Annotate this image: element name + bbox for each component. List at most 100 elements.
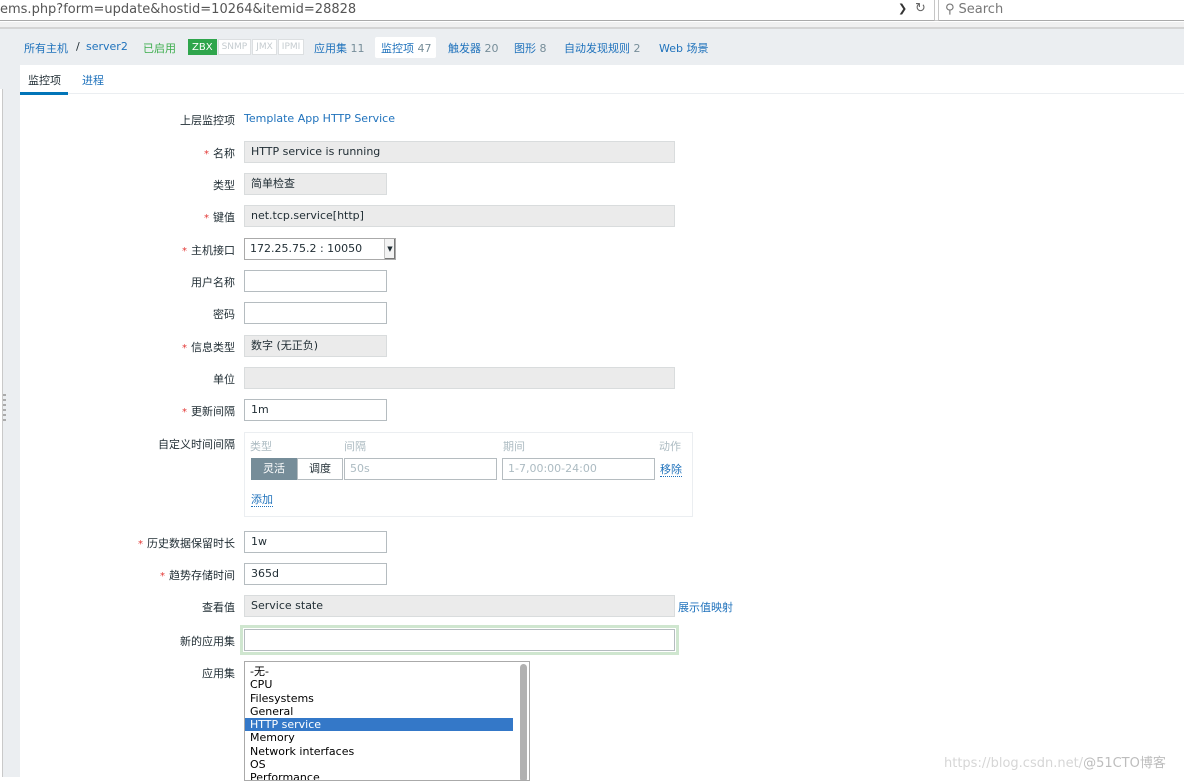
app-option[interactable]: Filesystems xyxy=(245,692,513,705)
label-username: 用户名称 xyxy=(191,276,235,289)
interface-value: 172.25.75.2 : 10050 xyxy=(250,242,363,255)
badge-ipmi: IPMI xyxy=(277,39,305,55)
app-option-selected[interactable]: HTTP service xyxy=(245,718,513,732)
valuemap-field[interactable]: Service state xyxy=(244,595,675,617)
toolbar-divider xyxy=(0,22,1184,29)
add-interval-link[interactable]: 添加 xyxy=(251,493,273,507)
label-key: 键值 xyxy=(204,209,235,225)
tab-count: 11 xyxy=(350,42,365,55)
badge-snmp: SNMP xyxy=(217,39,252,55)
host-status-enabled[interactable]: 已启用 xyxy=(143,40,176,56)
new-application-inner xyxy=(244,629,675,651)
url-dropdown-icon[interactable]: ❯ xyxy=(898,2,907,15)
units-field[interactable] xyxy=(244,367,675,389)
breadcrumb-separator: / xyxy=(76,40,80,53)
key-field[interactable]: net.tcp.service[http] xyxy=(244,205,675,227)
label-interface: 主机接口 xyxy=(182,242,235,258)
applications-listbox[interactable]: -无- CPU Filesystems General HTTP service… xyxy=(244,661,530,781)
left-frame xyxy=(0,29,20,777)
custom-intervals-table: 类型 间隔 期间 动作 灵活 调度 50s 1-7,00:00-24:00 移除… xyxy=(244,432,693,517)
label-units: 单位 xyxy=(213,373,235,386)
breadcrumb-all-hosts[interactable]: 所有主机 xyxy=(24,40,68,56)
label-parent-item: 上层监控项 xyxy=(180,114,235,127)
header-interval: 间隔 xyxy=(344,440,366,453)
watermark: https://blog.csdn.net/@51CTO博客 xyxy=(944,752,1166,771)
label-update-interval: 更新间隔 xyxy=(182,403,235,419)
type-field[interactable]: 简单检查 xyxy=(244,173,387,195)
reload-icon[interactable]: ↻ xyxy=(915,1,926,16)
label-info-type: 信息类型 xyxy=(182,339,235,355)
subtab-preprocessing[interactable]: 进程 xyxy=(82,72,104,88)
badge-zbx: ZBX xyxy=(188,39,217,55)
tab-applications[interactable]: 应用集 11 xyxy=(314,40,365,56)
interval-type-toggle: 灵活 调度 xyxy=(251,458,343,480)
tab-label: 图形 xyxy=(514,42,536,55)
listbox-options: -无- CPU Filesystems General HTTP service… xyxy=(245,662,529,780)
update-interval-input[interactable]: 1m xyxy=(244,399,387,421)
tab-discovery-rules[interactable]: 自动发现规则 2 xyxy=(564,40,641,56)
type-flexible-button[interactable]: 灵活 xyxy=(251,458,297,480)
tab-items[interactable]: 监控项 47 xyxy=(381,40,432,56)
tab-label: 监控项 xyxy=(381,42,414,55)
label-new-application: 新的应用集 xyxy=(180,635,235,648)
app-option[interactable]: CPU xyxy=(245,678,513,691)
remove-interval-link[interactable]: 移除 xyxy=(660,463,682,477)
label-type: 类型 xyxy=(213,179,235,192)
host-navigation: 所有主机 / server2 已启用 ZBX SNMP JMX IPMI 应用集… xyxy=(20,29,1184,65)
tab-label: 触发器 xyxy=(448,42,481,55)
tab-label: 自动发现规则 xyxy=(564,42,630,55)
history-input[interactable]: 1w xyxy=(244,531,387,553)
watermark-url: https://blog.csdn.net/ xyxy=(944,756,1084,771)
tab-label: 应用集 xyxy=(314,42,347,55)
label-custom-intervals: 自定义时间间隔 xyxy=(158,438,235,451)
label-trends: 趋势存储时间 xyxy=(160,567,235,583)
app-option[interactable]: General xyxy=(245,705,513,718)
tab-count: 2 xyxy=(633,42,641,55)
label-password: 密码 xyxy=(213,308,235,321)
app-option[interactable]: -无- xyxy=(245,665,513,678)
trends-input[interactable]: 365d xyxy=(244,563,387,585)
search-placeholder: Search xyxy=(958,2,1004,17)
tab-graphs[interactable]: 图形 8 xyxy=(514,40,547,56)
browser-toolbar: ems.php?form=update&hostid=10264&itemid=… xyxy=(0,0,1184,21)
label-history: 历史数据保留时长 xyxy=(138,535,235,551)
availability-badges: ZBX SNMP JMX IPMI xyxy=(188,39,305,55)
label-valuemap: 查看值 xyxy=(202,601,235,614)
app-option[interactable]: OS xyxy=(245,758,513,771)
app-option[interactable]: Network interfaces xyxy=(245,745,513,758)
username-input[interactable] xyxy=(244,270,387,292)
tab-triggers[interactable]: 触发器 20 xyxy=(448,40,499,56)
dropdown-arrow-icon[interactable]: ▼ xyxy=(384,239,395,259)
badge-jmx: JMX xyxy=(252,39,277,55)
search-icon: ⚲ xyxy=(945,2,955,17)
label-name: 名称 xyxy=(204,145,235,161)
watermark-brand: @51CTO博客 xyxy=(1083,756,1166,771)
header-action: 动作 xyxy=(659,440,681,453)
name-field[interactable]: HTTP service is running xyxy=(244,141,675,163)
listbox-scrollbar[interactable] xyxy=(520,664,527,780)
address-bar[interactable]: ems.php?form=update&hostid=10264&itemid=… xyxy=(0,0,935,21)
breadcrumb-host[interactable]: server2 xyxy=(86,40,128,53)
app-option[interactable]: Performance xyxy=(245,771,513,780)
password-input[interactable] xyxy=(244,302,387,324)
resize-grip[interactable] xyxy=(3,394,6,424)
show-value-mappings-link[interactable]: 展示值映射 xyxy=(678,599,733,615)
tab-count: 8 xyxy=(539,42,547,55)
tab-web-scenarios[interactable]: Web 场景 xyxy=(659,40,708,56)
label-applications: 应用集 xyxy=(202,667,235,680)
subtab-item[interactable]: 监控项 xyxy=(20,72,68,95)
form-tabs: 监控项 进程 xyxy=(20,65,1184,95)
browser-search-input[interactable]: ⚲ Search xyxy=(938,0,1184,21)
type-scheduling-button[interactable]: 调度 xyxy=(297,458,343,480)
left-panel-edge xyxy=(0,89,3,777)
interval-input[interactable]: 50s xyxy=(344,458,497,480)
app-option[interactable]: Memory xyxy=(245,731,513,744)
header-period: 期间 xyxy=(503,440,525,453)
tab-count: 20 xyxy=(484,42,499,55)
interface-select[interactable]: 172.25.75.2 : 10050 ▼ xyxy=(244,238,396,260)
period-input[interactable]: 1-7,00:00-24:00 xyxy=(502,458,655,480)
tab-count: 47 xyxy=(417,42,432,55)
parent-template-link[interactable]: Template App HTTP Service xyxy=(244,112,395,125)
new-application-input[interactable] xyxy=(240,625,679,655)
info-type-field[interactable]: 数字 (无正负) xyxy=(244,335,387,357)
